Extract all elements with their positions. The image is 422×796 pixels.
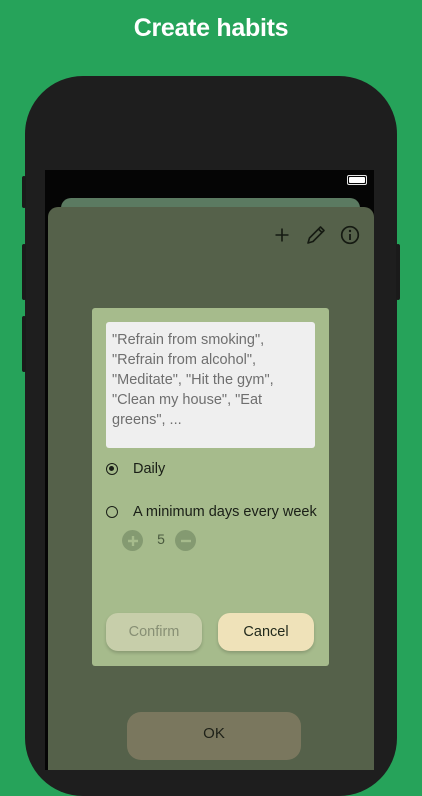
frequency-option-weekly[interactable]: A minimum days every week xyxy=(106,504,317,520)
days-per-week-value: 5 xyxy=(157,531,165,547)
pencil-icon[interactable] xyxy=(304,223,328,247)
habit-name-input[interactable]: "Refrain from smoking", "Refrain from al… xyxy=(106,322,315,448)
headline: Create habits xyxy=(133,14,289,42)
cancel-button[interactable]: Cancel xyxy=(218,613,314,651)
frequency-option-label: A minimum days every week xyxy=(133,504,317,520)
minus-icon xyxy=(180,539,191,542)
modal-sheet: "Refrain from smoking", "Refrain from al… xyxy=(48,207,374,770)
phone-side-button xyxy=(22,316,26,372)
increment-days-button[interactable] xyxy=(122,530,143,551)
battery-icon xyxy=(347,175,367,185)
radio-unselected-icon[interactable] xyxy=(106,506,118,518)
confirm-button[interactable]: Confirm xyxy=(106,613,202,651)
phone-side-button xyxy=(396,244,400,300)
plus-icon[interactable] xyxy=(270,223,294,247)
plus-icon xyxy=(127,535,138,546)
phone-side-button xyxy=(22,176,26,208)
info-icon[interactable] xyxy=(338,223,362,247)
ok-button[interactable]: OK xyxy=(127,712,301,760)
radio-selected-icon[interactable] xyxy=(106,463,118,475)
frequency-option-label: Daily xyxy=(133,461,166,477)
create-habit-dialog: "Refrain from smoking", "Refrain from al… xyxy=(92,308,329,666)
frequency-option-daily[interactable]: Daily xyxy=(106,461,165,477)
phone-screen: "Refrain from smoking", "Refrain from al… xyxy=(45,170,374,770)
decrement-days-button[interactable] xyxy=(175,530,196,551)
phone-side-button xyxy=(22,244,26,300)
